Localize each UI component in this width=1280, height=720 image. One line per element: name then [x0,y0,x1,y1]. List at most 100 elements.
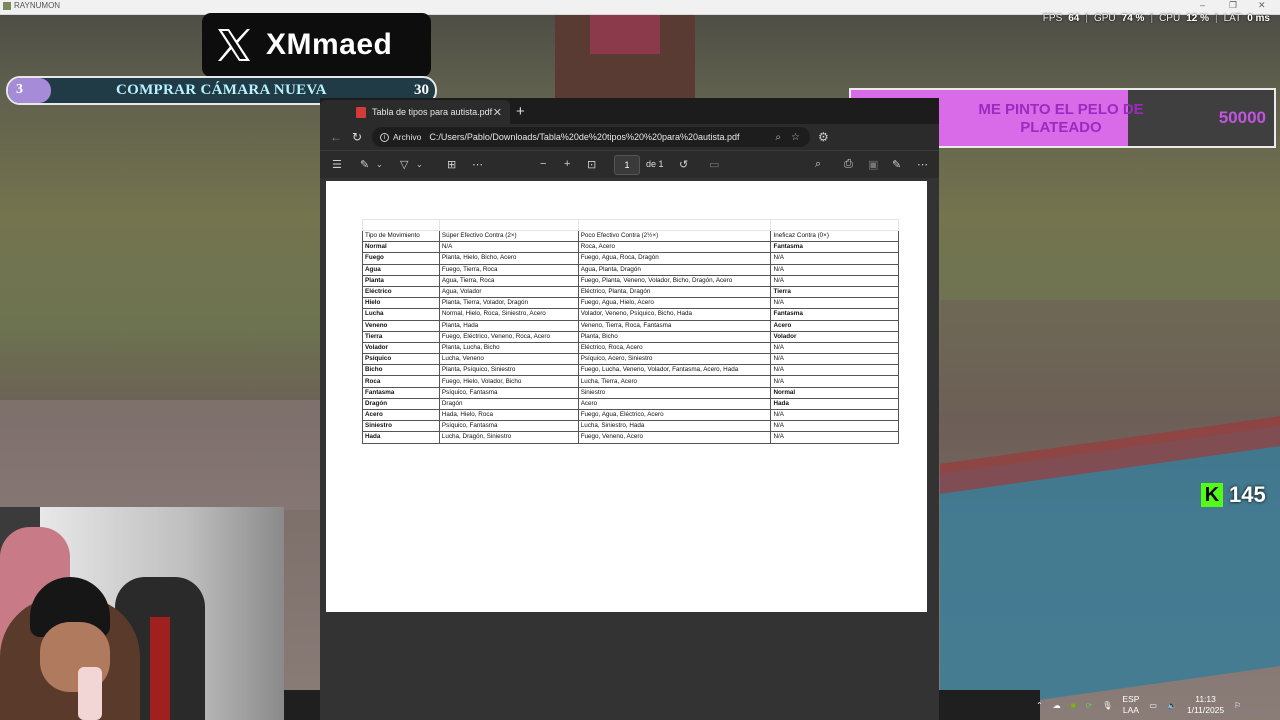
info-icon[interactable]: i [380,132,389,142]
search-icon[interactable]: ⌕ [815,158,821,171]
new-tab-button[interactable]: + [516,103,525,120]
column-header: Tipo de Movimiento [362,229,440,243]
table-cell: Planta, Bicho [577,330,772,343]
table-cell: N/A [770,263,899,276]
input-language[interactable]: ESP LAA [1122,694,1139,716]
type-cell: Fantasma [362,386,440,399]
save-icon[interactable]: ▣ [868,158,878,171]
table-cell: Fantasma [770,241,899,254]
pdf-page: Tipo de Movimiento Súper Efectivo Contra… [326,181,927,612]
table-cell: Hada, Hielo, Roca [438,408,579,422]
rotate-icon[interactable]: ↺ [679,158,688,171]
table-row: Lucha Normal, Hielo, Roca, Siniestro, Ace… [362,308,899,321]
table-cell: N/A [770,353,899,366]
app-title: RAYNUMON [3,1,60,10]
table-row: Hielo Planta, Tierra, Volador, Dragón Fueg… [362,297,899,310]
x-logo-icon [202,13,266,77]
clock[interactable]: 11:13 1/11/2025 [1187,694,1224,716]
table-cell: Psíquico, Fantasma [438,386,579,399]
table-cell: Fantasma [770,308,899,321]
type-cell: Hada [362,431,440,444]
more-options-icon[interactable]: ⋯ [917,158,928,171]
address-bar[interactable]: i Archivo C:/Users/Pablo/Downloads/Tabla… [372,127,810,147]
chevron-down-icon[interactable]: ⌄ [416,160,423,169]
table-header: Tipo de Movimiento Súper Efectivo Contra… [362,229,899,243]
more-options-icon[interactable]: ⋯ [472,158,483,171]
close-icon[interactable]: ✕ [1258,0,1266,11]
nvidia-icon[interactable]: ■ [1071,701,1076,710]
zoom-icon[interactable]: ⌕ [775,132,781,143]
chevron-down-icon[interactable]: ⌄ [376,160,383,169]
table-cell: N/A [770,420,899,433]
minimize-icon[interactable]: – [1200,0,1205,10]
page-number-input[interactable]: 1 [614,155,640,175]
table-cell: Fuego, Veneno, Acero [577,431,772,444]
type-cell: Eléctrico [362,285,440,299]
tab-pdf[interactable]: Tabla de tipos para autista.pdf ✕ [320,100,510,124]
type-cell: Dragón [362,397,440,411]
system-tray: ⌃ ☁ ■ ⟳ 🎙 ESP LAA ▭ 🔈 11:13 1/11/2025 ⚐ [1036,690,1280,720]
fit-page-icon[interactable]: ⊡ [587,158,596,171]
notifications-icon[interactable]: ⚐ [1234,701,1241,710]
refresh-icon[interactable]: ↻ [352,130,362,144]
column-header: Súper Efectivo Contra (2×) [438,229,579,243]
kick-viewer-count: K 145 [1201,482,1266,508]
table-row: Planta Agua, Tierra, Roca Fuego, Planta, V… [362,274,899,287]
table-cell: Lucha, Tierra, Acero [577,375,772,388]
table-row: Normal N/A Roca, Acero Fantasma [362,241,899,254]
table-cell: Acero [770,319,899,332]
type-cell: Lucha [362,308,440,321]
highlight-icon[interactable]: ✎ [360,158,369,171]
table-row: Psíquico Lucha, Veneno Psíquico, Acero, Si… [362,353,899,366]
maximize-icon[interactable]: ❐ [1229,0,1237,11]
zoom-in-icon[interactable]: + [564,158,570,170]
goal-title: ME PINTO EL PELO DE PLATEADO [978,101,1144,136]
type-cell: Bicho [362,364,440,377]
page-view-icon[interactable]: ▭ [709,158,719,171]
goal-target: 30 [414,82,429,98]
table-cell: Agua, Planta, Dragón [577,263,772,276]
table-cell: N/A [438,241,579,254]
table-cell: N/A [770,408,899,422]
network-icon[interactable]: ▭ [1149,701,1157,710]
table-cell: Agua, Volador [438,285,579,299]
chevron-up-icon[interactable]: ⌃ [1036,701,1043,710]
contents-icon[interactable]: ☰ [332,158,342,171]
pdf-viewer[interactable]: Tipo de Movimiento Súper Efectivo Contra… [320,178,939,720]
cloud-icon[interactable]: ☁ [1053,701,1061,710]
table-cell: N/A [770,364,899,377]
tab-title: Tabla de tipos para autista.pdf [372,107,493,117]
microphone-icon[interactable]: 🎙 [1102,701,1112,710]
table-cell: Dragón [438,397,579,411]
table-cell: Psíquico, Fantasma [438,420,579,433]
app-tray-icon[interactable]: ⟳ [1086,701,1093,710]
table-cell: Planta, Hielo, Bicho, Acero [438,252,579,265]
type-cell: Psíquico [362,353,440,366]
text-icon[interactable]: ⊞ [447,158,456,171]
volume-icon[interactable]: 🔈 [1167,701,1177,710]
table-spacer-row [362,219,899,231]
perf-stats: FPS 64 | GPU 74 % | CPU 12 % | LAT 0 ms [1042,13,1270,24]
tab-close-icon[interactable]: ✕ [493,106,502,119]
x-handle-badge: XMmaed [202,13,431,77]
table-row: Dragón Dragón Acero Hada [362,397,899,411]
url-text[interactable]: C:/Users/Pablo/Downloads/Tabla%20de%20ti… [429,132,775,142]
draw-icon[interactable]: ▽ [400,158,408,171]
zoom-out-icon[interactable]: − [540,158,546,170]
url-scheme-label: Archivo [393,132,422,142]
favorite-star-icon[interactable]: ☆ [791,132,800,143]
table-row: Acero Hada, Hielo, Roca Fuego, Agua, Eléct… [362,408,899,422]
table-cell: Eléctrico, Roca, Acero [577,341,772,355]
table-row: Veneno Planta, Hada Veneno, Tierra, Roca, … [362,319,899,332]
table-cell: Normal [770,386,899,399]
table-cell: Fuego, Planta, Veneno, Volador, Bicho, D… [577,274,772,287]
table-cell: Planta, Tierra, Volador, Dragón [438,297,579,310]
table-cell: Lucha, Siniestro, Hada [577,420,772,433]
extensions-icon[interactable]: ⚙ [818,130,829,144]
back-icon[interactable]: ← [330,130,342,144]
print-icon[interactable]: ⎙ [844,158,853,171]
table-cell: Fuego, Tierra, Roca [438,263,579,276]
table-cell: Volador [770,330,899,343]
save-as-icon[interactable]: ✎ [892,158,901,171]
table-row: Fantasma Psíquico, Fantasma Siniestro Norma… [362,386,899,399]
